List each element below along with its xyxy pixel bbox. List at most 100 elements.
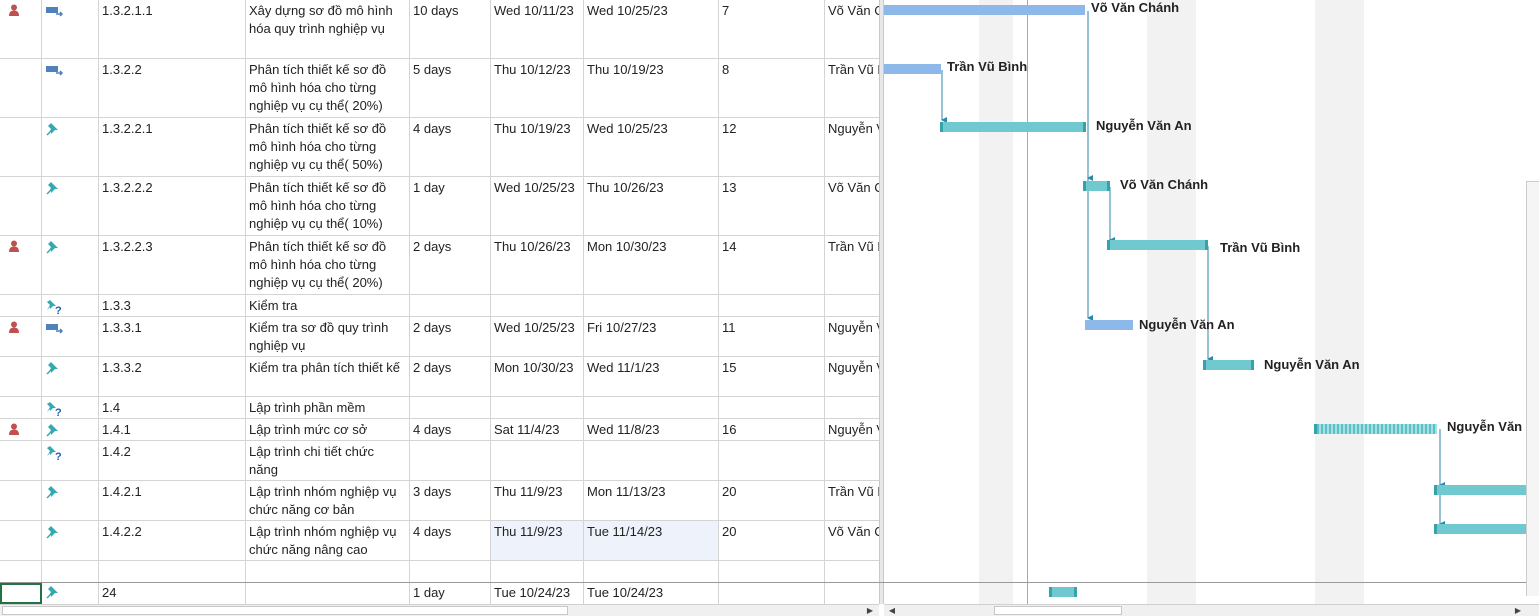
predecessors-cell[interactable]: 7 <box>719 0 825 58</box>
table-row[interactable]: 1.4.2.1 Lập trình nhóm nghiệp vụ chức năn… <box>0 481 879 521</box>
wbs-cell[interactable]: 1.3.2.2 <box>99 59 246 117</box>
finish-cell[interactable] <box>584 561 719 582</box>
duration-cell[interactable]: 1 day <box>410 177 491 235</box>
vertical-scrollbar[interactable] <box>1526 181 1539 596</box>
duration-cell[interactable] <box>410 397 491 418</box>
wbs-cell[interactable]: 1.3.2.2.2 <box>99 177 246 235</box>
finish-cell[interactable]: Tue 11/14/23 <box>584 521 719 560</box>
resource-names-cell[interactable]: Võ Văn Chánh <box>825 0 879 58</box>
duration-cell[interactable] <box>410 441 491 480</box>
resource-names-cell[interactable]: Nguyễn Văn An <box>825 317 879 356</box>
task-name-cell[interactable]: Kiểm tra sơ đồ quy trình nghiệp vụ <box>246 317 410 356</box>
start-cell[interactable]: Mon 10/30/23 <box>491 357 584 396</box>
task-name-cell[interactable]: Phân tích thiết kế sơ đồ mô hình hóa cho… <box>246 236 410 294</box>
finish-cell[interactable] <box>584 295 719 316</box>
start-cell[interactable] <box>491 397 584 418</box>
indicator-cell[interactable] <box>0 397 42 418</box>
wbs-cell[interactable] <box>99 561 246 582</box>
resource-names-cell[interactable] <box>825 295 879 316</box>
selected-cell[interactable] <box>0 583 42 604</box>
table-row[interactable]: 1.3.2.2 Phân tích thiết kế sơ đồ mô hình … <box>0 59 879 118</box>
manual-task-bar[interactable] <box>940 122 1086 132</box>
wbs-cell[interactable]: 1.3.2.1.1 <box>99 0 246 58</box>
task-mode-cell[interactable] <box>42 177 99 235</box>
resource-names-cell[interactable]: Trần Vũ Bình <box>825 481 879 520</box>
wbs-cell[interactable]: 1.3.2.2.1 <box>99 118 246 176</box>
predecessors-cell[interactable] <box>719 295 825 316</box>
task-name-cell[interactable]: Lập trình chi tiết chức năng <box>246 441 410 480</box>
predecessors-cell[interactable]: 8 <box>719 59 825 117</box>
indicator-cell[interactable] <box>0 521 42 560</box>
duration-cell[interactable]: 3 days <box>410 481 491 520</box>
task-mode-cell[interactable]: ? <box>42 441 99 480</box>
chart-horizontal-scrollbar[interactable]: ◀ ▶ <box>884 604 1539 616</box>
indicator-cell[interactable] <box>0 317 42 356</box>
task-mode-cell[interactable] <box>42 0 99 58</box>
table-row[interactable]: 1.3.2.1.1 Xây dựng sơ đồ mô hình hóa quy … <box>0 0 879 59</box>
finish-cell[interactable]: Wed 11/1/23 <box>584 357 719 396</box>
predecessors-cell[interactable]: 14 <box>719 236 825 294</box>
resource-names-cell[interactable]: Nguyễn Văn An <box>825 357 879 396</box>
wbs-cell[interactable]: 24 <box>99 583 246 604</box>
finish-cell[interactable]: Wed 10/25/23 <box>584 118 719 176</box>
auto-task-bar[interactable] <box>884 64 941 74</box>
task-name-cell[interactable]: Lập trình nhóm nghiệp vụ chức năng cơ bả… <box>246 481 410 520</box>
wbs-cell[interactable]: 1.4.2 <box>99 441 246 480</box>
predecessors-cell[interactable]: 12 <box>719 118 825 176</box>
finish-cell[interactable]: Tue 10/24/23 <box>584 583 719 604</box>
duration-cell[interactable]: 1 day <box>410 583 491 604</box>
start-cell[interactable]: Tue 10/24/23 <box>491 583 584 604</box>
task-mode-cell[interactable]: ? <box>42 397 99 418</box>
task-name-cell[interactable]: Kiểm tra phân tích thiết kế <box>246 357 410 396</box>
indicator-cell[interactable] <box>0 177 42 235</box>
start-cell[interactable] <box>491 561 584 582</box>
indicator-cell[interactable] <box>0 561 42 582</box>
manual-task-bar[interactable] <box>1107 240 1208 250</box>
start-cell[interactable]: Thu 11/9/23 <box>491 521 584 560</box>
table-row[interactable]: ? 1.4.2 Lập trình chi tiết chức năng <box>0 441 879 481</box>
duration-cell[interactable]: 5 days <box>410 59 491 117</box>
start-cell[interactable] <box>491 295 584 316</box>
table-row[interactable]: ? 1.3.3 Kiểm tra <box>0 295 879 317</box>
start-cell[interactable]: Wed 10/25/23 <box>491 317 584 356</box>
table-row[interactable]: 1.3.2.2.3 Phân tích thiết kế sơ đồ mô hìn… <box>0 236 879 295</box>
task-mode-cell[interactable] <box>42 317 99 356</box>
manual-task-bar[interactable] <box>1434 524 1526 534</box>
manual-task-bar[interactable] <box>1083 181 1110 191</box>
finish-cell[interactable]: Wed 10/25/23 <box>584 0 719 58</box>
scroll-thumb[interactable] <box>2 606 568 615</box>
task-mode-cell[interactable] <box>42 236 99 294</box>
duration-cell[interactable]: 2 days <box>410 317 491 356</box>
table-row[interactable]: ? 1.4 Lập trình phần mềm <box>0 397 879 419</box>
finish-cell[interactable]: Mon 10/30/23 <box>584 236 719 294</box>
task-name-cell[interactable]: Phân tích thiết kế sơ đồ mô hình hóa cho… <box>246 177 410 235</box>
wbs-cell[interactable]: 1.4.1 <box>99 419 246 440</box>
duration-cell[interactable]: 2 days <box>410 357 491 396</box>
wbs-cell[interactable]: 1.4.2.2 <box>99 521 246 560</box>
task-mode-cell[interactable] <box>42 583 99 604</box>
table-row[interactable] <box>0 561 879 583</box>
indicator-cell[interactable] <box>0 481 42 520</box>
auto-task-bar[interactable] <box>884 5 1085 15</box>
manual-task-bar[interactable] <box>1049 587 1077 597</box>
duration-cell[interactable]: 4 days <box>410 521 491 560</box>
task-name-cell[interactable]: Phân tích thiết kế sơ đồ mô hình hóa cho… <box>246 118 410 176</box>
resource-names-cell[interactable] <box>825 561 879 582</box>
predecessors-cell[interactable]: 15 <box>719 357 825 396</box>
manual-task-bar[interactable] <box>1434 485 1526 495</box>
finish-cell[interactable]: Thu 10/26/23 <box>584 177 719 235</box>
duration-cell[interactable] <box>410 561 491 582</box>
task-mode-cell[interactable]: ? <box>42 295 99 316</box>
indicator-cell[interactable] <box>0 59 42 117</box>
auto-task-bar[interactable] <box>1085 320 1133 330</box>
resource-names-cell[interactable]: Trần Vũ Bình <box>825 236 879 294</box>
duration-cell[interactable]: 4 days <box>410 419 491 440</box>
start-cell[interactable]: Thu 10/26/23 <box>491 236 584 294</box>
table-row[interactable]: 1.3.3.1 Kiểm tra sơ đồ quy trình nghiệp v… <box>0 317 879 357</box>
indicator-cell[interactable] <box>0 295 42 316</box>
predecessors-cell[interactable]: 11 <box>719 317 825 356</box>
task-mode-cell[interactable] <box>42 59 99 117</box>
predecessors-cell[interactable]: 20 <box>719 521 825 560</box>
predecessors-cell[interactable]: 20 <box>719 481 825 520</box>
duration-cell[interactable]: 2 days <box>410 236 491 294</box>
